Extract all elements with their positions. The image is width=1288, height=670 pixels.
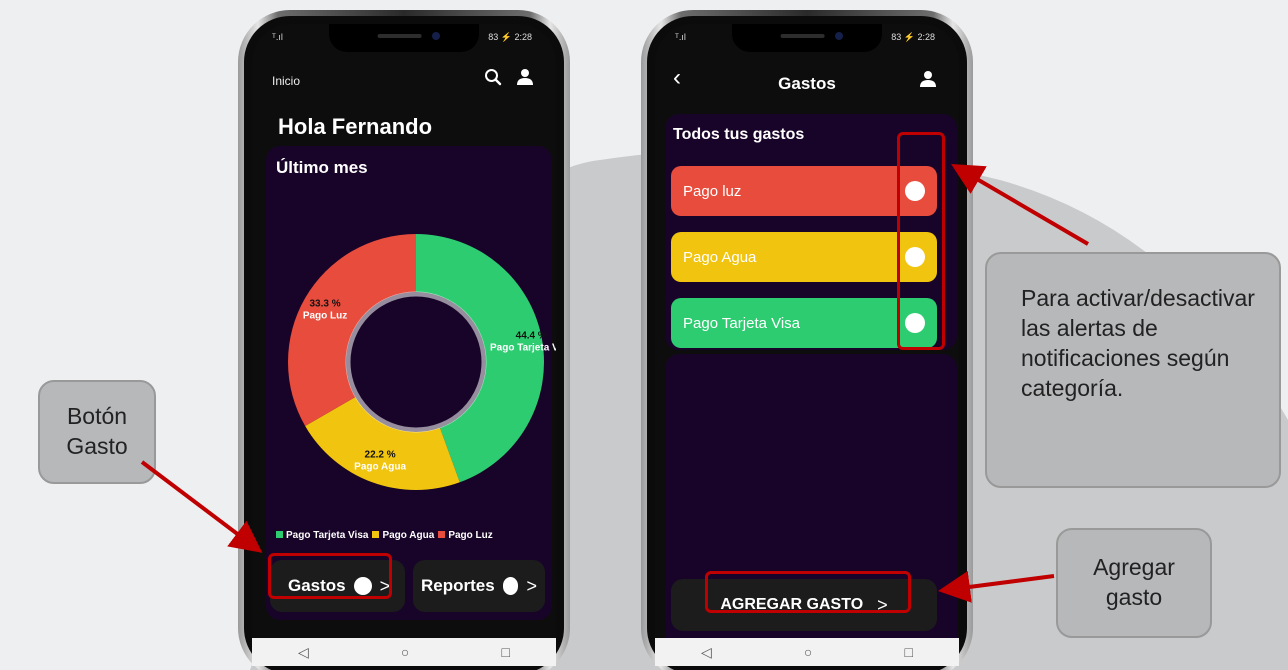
card-title: Todos tus gastos xyxy=(673,126,805,143)
battery-time-status: 83 ⚡ 2:28 xyxy=(488,32,532,42)
reportes-button[interactable]: Reportes > xyxy=(413,560,545,612)
monthly-card: Último mes 44.4 %Pago Tarjeta Visa22.2 %… xyxy=(266,146,556,620)
callout-agregar: Agregar gasto xyxy=(1056,528,1212,638)
donut-hole xyxy=(345,291,487,433)
expense-label: Pago Agua xyxy=(683,248,757,266)
user-icon[interactable] xyxy=(919,70,937,93)
highlight-gastos-button xyxy=(268,553,392,599)
nav-home-icon[interactable]: ○ xyxy=(401,644,409,660)
android-navbar: ◁ ○ □ xyxy=(655,638,959,666)
slice-percent-label: 44.4 % xyxy=(516,331,547,342)
greeting-title: Hola Fernando xyxy=(278,114,433,139)
chevron-right-icon: > xyxy=(526,575,537,596)
battery-time-status: 83 ⚡ 2:28 xyxy=(891,32,935,42)
slice-category-label: Pago Tarjeta Visa xyxy=(490,343,556,354)
expense-label: Pago luz xyxy=(683,182,742,200)
callout-alertas: Para activar/desactivar las alertas de n… xyxy=(985,252,1281,488)
header-label: Inicio xyxy=(272,74,301,88)
nav-recent-icon[interactable]: □ xyxy=(904,644,912,660)
android-navbar: ◁ ○ □ xyxy=(252,638,556,666)
expense-label: Pago Tarjeta Visa xyxy=(683,314,801,332)
nav-recent-icon[interactable]: □ xyxy=(501,644,509,660)
notch xyxy=(732,24,882,52)
slice-category-label: Pago Luz xyxy=(303,311,347,322)
chart-legend: Pago Tarjeta Visa Pago Agua Pago Luz xyxy=(276,530,493,541)
notch xyxy=(329,24,479,52)
slice-category-label: Pago Agua xyxy=(354,462,406,473)
signal-status: ᵀ.ıl xyxy=(675,32,686,42)
toggle-dot-icon xyxy=(502,577,519,595)
signal-status: ᵀ.ıl xyxy=(272,32,283,42)
callout-boton-gasto: Botón Gasto xyxy=(38,380,156,484)
nav-back-icon[interactable]: ◁ xyxy=(298,644,309,661)
legend-item-luz: Pago Luz xyxy=(438,530,493,541)
slice-percent-label: 22.2 % xyxy=(365,450,396,461)
card-title: Último mes xyxy=(276,158,368,177)
legend-item-visa: Pago Tarjeta Visa xyxy=(276,530,368,541)
nav-back-icon[interactable]: ◁ xyxy=(701,644,712,661)
legend-item-agua: Pago Agua xyxy=(372,530,434,541)
donut-chart: 44.4 %Pago Tarjeta Visa 22.2 %Pago Agua 33… xyxy=(288,234,556,490)
page-title: Gastos xyxy=(778,74,836,93)
slice-percent-label: 33.3 % xyxy=(309,299,340,310)
nav-home-icon[interactable]: ○ xyxy=(804,644,812,660)
highlight-add-button xyxy=(705,571,911,613)
user-icon[interactable] xyxy=(516,68,534,91)
search-icon[interactable] xyxy=(484,68,502,91)
reportes-label: Reportes xyxy=(421,576,495,595)
highlight-toggles xyxy=(897,132,945,350)
